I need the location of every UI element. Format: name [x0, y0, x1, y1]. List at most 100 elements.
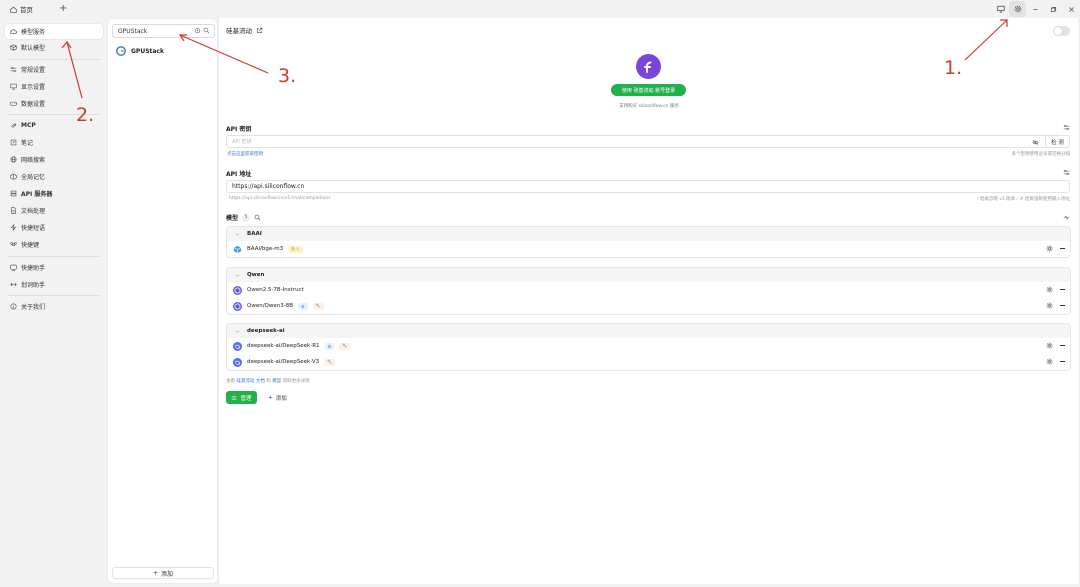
model-row[interactable]: deepseek-ai/DeepSeek-V3 🔧	[227, 354, 1070, 370]
settings-button[interactable]	[1009, 1, 1026, 17]
model-group-baai: BAAI BAAI/bge-m3 嵌入	[226, 226, 1071, 258]
api-key-title: API 密钥	[226, 126, 252, 133]
manage-label: 管理	[240, 395, 252, 402]
api-address-input[interactable]: https://api.siliconflow.cn	[226, 180, 1070, 193]
sidebar-item-label: 文档处理	[21, 208, 46, 215]
sidebar-item-shortcuts[interactable]: 快捷键	[5, 237, 103, 252]
model-group-header[interactable]: Qwen	[227, 268, 1070, 282]
note-icon	[10, 139, 17, 146]
sidebar-item-quick-assistant[interactable]: 快捷助手	[5, 260, 103, 275]
embedding-tag: 嵌入	[288, 245, 303, 253]
model-row[interactable]: Qwen/Qwen3-8B ⚙ 🔧	[227, 298, 1070, 314]
add-model-button[interactable]: + 添加	[263, 391, 292, 404]
sidebar-item-notes[interactable]: 笔记	[5, 135, 103, 150]
sidebar-item-selection-assistant[interactable]: 划词助手	[5, 277, 103, 292]
sidebar-item-quick-phrases[interactable]: 快捷短语	[5, 220, 103, 235]
restore-button[interactable]	[1044, 0, 1062, 18]
sidebar-item-label: 全局记忆	[21, 174, 46, 181]
sidebar-item-global-memory[interactable]: 全局记忆	[5, 169, 103, 184]
sidebar-item-label: 网络搜索	[21, 157, 46, 164]
model-settings-icon[interactable]	[1046, 286, 1053, 293]
remove-model-icon[interactable]	[1060, 289, 1065, 290]
search-icon[interactable]	[254, 214, 261, 221]
sidebar-item-default-model[interactable]: 默认模型	[5, 40, 103, 55]
sidebar-item-web-search[interactable]: 网络搜索	[5, 152, 103, 167]
info-icon	[10, 303, 17, 310]
sidebar-item-general[interactable]: 常规设置	[5, 62, 103, 77]
sidebar-item-model-service[interactable]: 模型服务	[5, 24, 103, 39]
provider-search-input[interactable]: GPUStack	[112, 24, 215, 38]
monitor-icon	[996, 5, 1005, 13]
sliders-icon	[1063, 170, 1070, 175]
filter-icon	[194, 27, 201, 34]
model-group-header[interactable]: deepseek-ai	[227, 324, 1070, 338]
manage-models-button[interactable]: 管理	[226, 391, 257, 404]
sidebar-item-label: 数据设置	[21, 101, 46, 108]
api-key-settings-button[interactable]	[1063, 124, 1070, 131]
remove-model-icon[interactable]	[1060, 361, 1065, 362]
sidebar-item-label: 快捷键	[21, 242, 40, 249]
get-api-key-link[interactable]: 点击这里获取密钥	[227, 151, 263, 157]
add-provider-button[interactable]: + 添加	[112, 567, 214, 579]
model-row[interactable]: BAAI/bge-m3 嵌入	[227, 241, 1070, 257]
siliconflow-login-button[interactable]: 使用 硅基流动 账号登录	[611, 84, 686, 96]
provider-title: 硅基流动	[226, 27, 252, 35]
sidebar-item-label: 默认模型	[21, 45, 46, 52]
remove-model-icon[interactable]	[1060, 345, 1065, 346]
remove-model-icon[interactable]	[1060, 305, 1065, 306]
chevron-down-icon	[235, 233, 240, 236]
model-settings-icon[interactable]	[1046, 342, 1053, 349]
tool-tag: 🔧	[324, 358, 336, 366]
external-link-icon[interactable]	[256, 27, 263, 34]
model-group-header[interactable]: BAAI	[227, 227, 1070, 241]
home-icon	[10, 6, 17, 13]
provider-item-gpustack[interactable]: GPUStack	[116, 46, 164, 56]
display-button[interactable]	[992, 1, 1009, 17]
plus-icon: +	[152, 569, 158, 577]
model-settings-icon[interactable]	[1046, 245, 1053, 252]
model-row[interactable]: deepseek-ai/DeepSeek-R1 ⚙ 🔧	[227, 338, 1070, 354]
new-tab-button[interactable]: +	[59, 4, 67, 14]
home-tab[interactable]: 首页	[10, 4, 33, 14]
chevron-down-icon	[235, 330, 240, 333]
assistant-icon	[10, 264, 17, 271]
gear-icon	[1014, 5, 1021, 13]
model-settings-icon[interactable]	[1046, 302, 1053, 309]
provider-list-panel: GPUStack GPUStack + 添加	[107, 18, 218, 584]
provider-enable-toggle[interactable]	[1053, 26, 1070, 36]
api-key-input[interactable]: API 密钥 检 测	[226, 135, 1070, 148]
sidebar-item-label: 常规设置	[21, 67, 46, 74]
model-settings-icon[interactable]	[1046, 358, 1053, 365]
search-button[interactable]	[203, 27, 210, 34]
sidebar-item-label: 笔记	[21, 140, 34, 147]
sidebar-item-about[interactable]: 关于我们	[5, 299, 103, 314]
remove-model-icon[interactable]	[1060, 248, 1065, 249]
close-button[interactable]	[1062, 0, 1080, 18]
minimize-button[interactable]	[1026, 0, 1044, 18]
model-count-badge: 5	[242, 213, 251, 222]
toggle-visibility-button[interactable]	[1032, 139, 1039, 146]
api-address-preview: https://api.siliconflow.cn/v1/chat/compl…	[229, 196, 331, 201]
provider-header: 硅基流动	[226, 25, 263, 35]
gpustack-logo-icon	[116, 46, 126, 56]
models-link[interactable]: 模型	[272, 379, 281, 384]
model-group-name: BAAI	[247, 231, 262, 237]
model-health-check-button[interactable]	[1063, 214, 1070, 221]
model-row[interactable]: Qwen2.5-7B-Instruct	[227, 282, 1070, 298]
provider-docs-link[interactable]: 硅基流动 文档	[236, 379, 264, 384]
sidebar-item-document-processing[interactable]: 文档处理	[5, 203, 103, 218]
annotation-label-3: 3.	[278, 65, 297, 87]
document-icon	[11, 207, 16, 214]
sidebar-item-api-server[interactable]: API 服务器	[5, 186, 103, 201]
filter-button[interactable]	[194, 27, 201, 34]
api-address-settings-button[interactable]	[1063, 169, 1070, 176]
zap-icon	[10, 224, 17, 231]
check-api-key-button[interactable]: 检 测	[1045, 135, 1070, 148]
command-icon	[10, 242, 17, 246]
tool-tag: 🔧	[312, 302, 324, 310]
provider-name: GPUStack	[131, 47, 164, 55]
sidebar-item-display[interactable]: 显示设置	[5, 79, 103, 94]
home-tab-label: 首页	[20, 6, 33, 14]
model-name: deepseek-ai/DeepSeek-R1	[247, 343, 320, 349]
sidebar-item-label: 快捷短语	[21, 225, 46, 232]
